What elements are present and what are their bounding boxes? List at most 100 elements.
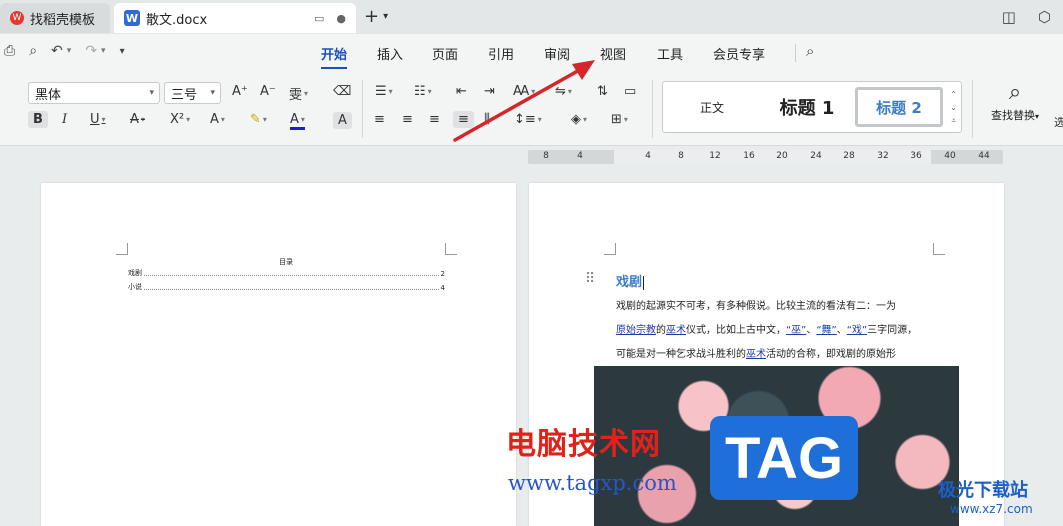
toc-entry-page: 4 xyxy=(440,284,445,292)
ruler-tick: 4 xyxy=(645,151,651,161)
print-icon[interactable]: ⎙ xyxy=(4,43,15,59)
tab-template-label: 找稻壳模板 xyxy=(30,12,96,28)
link-wu-dance[interactable]: “舞” xyxy=(816,325,836,336)
sidebar-toggle-icon[interactable]: ◫ xyxy=(1002,8,1016,26)
align-left-icon[interactable]: ≡ xyxy=(374,112,385,127)
link-xi[interactable]: “戏” xyxy=(847,325,867,336)
search-icon[interactable]: ⌕ xyxy=(806,42,814,60)
more-icon[interactable]: ▾ xyxy=(120,46,125,57)
ribbon-divider xyxy=(972,80,973,138)
line-spacing-icon[interactable]: ↕≡ ▾ xyxy=(514,112,542,127)
tab-template[interactable]: W 找稻壳模板 xyxy=(0,3,110,33)
find-replace-label: 查找替换 xyxy=(990,109,1035,122)
styles-scroll[interactable]: ⌃ ⌄ ⩡ xyxy=(950,88,957,127)
ribbon: 黑体 ▾ 三号 ▾ A⁺ A⁻ 雯 ▾ ⌫ B I U ▾ A ▾ X² ▾ A ▾ ✎ ▾… xyxy=(0,70,1063,146)
section-heading-text: 戏剧 xyxy=(616,275,643,290)
italic-icon[interactable]: I xyxy=(62,112,67,127)
decrease-indent-icon[interactable]: ⇤ xyxy=(456,84,467,99)
shading-icon[interactable]: ◈ ▾ xyxy=(571,112,587,127)
styles-gallery: 正文 标题 1 标题 2 ⌃ ⌄ ⩡ xyxy=(662,81,962,133)
menu-view[interactable]: 视图 xyxy=(600,44,626,63)
menu-page[interactable]: 页面 xyxy=(432,44,458,63)
watermark-jg: 极光下载站 xyxy=(938,480,1028,501)
style-heading-2[interactable]: 标题 2 xyxy=(855,87,943,127)
chevron-down-icon[interactable]: ▾ xyxy=(101,46,106,56)
char-shading-icon[interactable]: A xyxy=(333,112,352,129)
clear-format-icon[interactable]: ⌫ xyxy=(333,84,351,99)
menu-insert[interactable]: 插入 xyxy=(377,44,403,63)
quick-access: ⎙ ⌕ ↶ ▾ ↷ ▾ ▾ xyxy=(4,43,125,59)
menu-home[interactable]: 开始 xyxy=(321,44,348,69)
increase-indent-icon[interactable]: ⇥ xyxy=(484,84,495,99)
menu-review[interactable]: 审阅 xyxy=(544,44,570,63)
font-size-value: 三号 xyxy=(171,87,198,103)
chevron-down-icon: ▾ xyxy=(383,11,389,22)
link-witchcraft[interactable]: 巫术 xyxy=(746,349,766,360)
crop-mark xyxy=(445,243,457,255)
monitor-icon[interactable]: ▭ xyxy=(314,12,324,25)
dot-icon[interactable]: ● xyxy=(336,12,346,25)
cube-icon[interactable]: ⬡ xyxy=(1038,8,1051,26)
ruler-tick: 40 xyxy=(944,151,956,161)
font-color-icon[interactable]: A ▾ xyxy=(290,112,305,130)
crop-mark xyxy=(116,243,128,255)
ruler-tick: 8 xyxy=(678,151,684,161)
menu-member[interactable]: 会员专享 xyxy=(713,44,765,63)
print-preview-icon[interactable]: ⌕ xyxy=(29,43,37,59)
link-wu[interactable]: “巫” xyxy=(786,325,806,336)
new-tab-button[interactable]: + ▾ xyxy=(364,6,388,27)
page-toc[interactable]: 目录 戏剧 2 小说 4 xyxy=(41,183,516,526)
tab-bar: W 找稻壳模板 W 散文.docx ▭ ● + ▾ ◫ ⬡ xyxy=(0,0,1063,34)
link-witchcraft[interactable]: 巫术 xyxy=(666,325,686,336)
numbered-list-icon[interactable]: ☷ ▾ xyxy=(414,84,432,99)
toc-title: 目录 xyxy=(279,258,293,266)
chevron-down-icon[interactable]: ▾ xyxy=(67,46,72,56)
undo-icon[interactable]: ↶ xyxy=(51,43,63,59)
align-right-icon[interactable]: ≡ xyxy=(429,112,440,127)
text-direction-icon[interactable]: ⇋ ▾ xyxy=(555,84,572,99)
pinyin-icon[interactable]: 雯 ▾ xyxy=(289,84,308,103)
chevron-down-icon: ▾ xyxy=(210,88,215,98)
ruler[interactable]: 8 4 4 8 12 16 20 24 28 32 36 40 44 xyxy=(528,150,1003,164)
font-size-select[interactable]: 三号 ▾ xyxy=(164,82,221,104)
select-button-truncated[interactable]: 选 xyxy=(1054,114,1063,130)
watermark-url: www.tagxp.com xyxy=(508,471,677,495)
redo-icon[interactable]: ↷ xyxy=(85,43,97,59)
text-effect-icon[interactable]: A ▾ xyxy=(210,112,225,127)
highlight-icon[interactable]: ✎ ▾ xyxy=(250,112,267,127)
distribute-icon[interactable]: ⫼ xyxy=(484,112,490,127)
ruler-tick: 16 xyxy=(743,151,755,161)
superscript-icon[interactable]: X² ▾ xyxy=(170,112,190,127)
chinese-layout-icon[interactable]: Ꜳ ▾ xyxy=(513,84,535,99)
toc-entry[interactable]: 戏剧 2 xyxy=(128,268,445,278)
borders-icon[interactable]: ⊞ ▾ xyxy=(611,112,628,127)
font-name-value: 黑体 xyxy=(35,87,62,103)
find-replace-button[interactable]: ⌕ 查找替换▾ xyxy=(984,80,1046,123)
menu-tools[interactable]: 工具 xyxy=(657,44,683,63)
magnifier-icon: ⌕ xyxy=(1008,80,1022,105)
ruler-tick: 36 xyxy=(910,151,922,161)
align-center-icon[interactable]: ≡ xyxy=(402,112,413,127)
sort-icon[interactable]: ⇅ xyxy=(597,84,608,99)
justify-icon[interactable]: ≡ xyxy=(453,111,474,128)
ruler-tick: 28 xyxy=(843,151,855,161)
link-primitive-religion[interactable]: 原始宗教 xyxy=(616,325,656,336)
show-marks-icon[interactable]: ▭ xyxy=(624,84,636,99)
underline-icon[interactable]: U ▾ xyxy=(90,112,106,127)
ruler-tick: 8 xyxy=(543,151,549,161)
bullet-list-icon[interactable]: ☰ ▾ xyxy=(375,84,393,99)
drag-handle-icon[interactable]: ⠿ xyxy=(585,271,595,287)
strikethrough-icon[interactable]: A ▾ xyxy=(130,112,145,127)
ruler-tick: 32 xyxy=(877,151,889,161)
tab-document[interactable]: W 散文.docx ▭ ● xyxy=(114,3,356,33)
grow-font-icon[interactable]: A⁺ xyxy=(232,84,248,99)
font-name-select[interactable]: 黑体 ▾ xyxy=(28,82,160,104)
toc-entry[interactable]: 小说 4 xyxy=(128,282,445,292)
menu-references[interactable]: 引用 xyxy=(488,44,514,63)
crop-mark xyxy=(604,243,616,255)
bold-icon[interactable]: B xyxy=(28,111,48,128)
shrink-font-icon[interactable]: A⁻ xyxy=(260,84,276,99)
style-heading-1[interactable]: 标题 1 xyxy=(763,92,851,122)
style-normal[interactable]: 正文 xyxy=(663,92,761,122)
tab-document-label: 散文.docx xyxy=(146,12,208,28)
